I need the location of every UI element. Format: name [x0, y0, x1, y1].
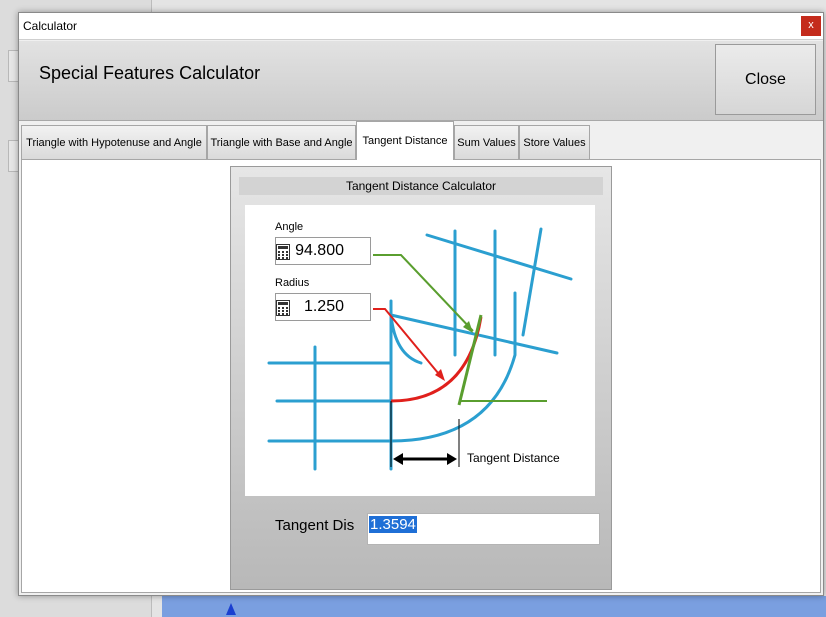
tab-sum-values[interactable]: Sum Values	[454, 125, 519, 159]
angle-input[interactable]: 94.800	[275, 237, 371, 265]
tab-triangle-base-angle[interactable]: Triangle with Base and Angle	[207, 125, 356, 159]
angle-value: 94.800	[295, 242, 344, 259]
background-marker-icon	[226, 603, 236, 615]
radius-input[interactable]: 1.250	[275, 293, 371, 321]
tangent-distance-diagram: Angle 94.800 Radius 1.250 Tangent Distan…	[245, 205, 595, 496]
result-value: 1.3594	[369, 516, 417, 533]
tab-tangent-distance[interactable]: Tangent Distance	[356, 121, 454, 160]
close-button[interactable]: Close	[715, 44, 816, 115]
window-title: Calculator	[23, 19, 78, 33]
tangent-distance-caption: Tangent Distance	[467, 451, 560, 465]
radius-value: 1.250	[303, 298, 344, 315]
tab-strip: Triangle with Hypotenuse and Angle Trian…	[21, 121, 821, 160]
title-bar: Calculator x	[19, 13, 823, 40]
result-label: Tangent Dis	[275, 517, 355, 534]
tab-store-values[interactable]: Store Values	[519, 125, 590, 159]
tangent-distance-panel: Tangent Distance Calculator Angle 94.800…	[230, 166, 612, 590]
angle-label: Angle	[275, 221, 304, 233]
calculator-icon[interactable]	[276, 300, 290, 316]
dialog-heading: Special Features Calculator	[39, 63, 261, 83]
radius-label: Radius	[275, 277, 310, 289]
close-icon[interactable]: x	[801, 16, 821, 36]
tab-triangle-hypotenuse-angle[interactable]: Triangle with Hypotenuse and Angle	[21, 125, 207, 159]
result-field[interactable]: 1.3594	[367, 513, 600, 545]
dialog-header: Special Features Calculator Close	[19, 41, 823, 121]
calculator-dialog: Calculator x Special Features Calculator…	[18, 12, 824, 596]
calculator-icon[interactable]	[276, 244, 290, 260]
panel-title: Tangent Distance Calculator	[239, 177, 603, 195]
tab-content: Tangent Distance Calculator Angle 94.800…	[21, 159, 821, 593]
background-canvas	[162, 596, 826, 617]
